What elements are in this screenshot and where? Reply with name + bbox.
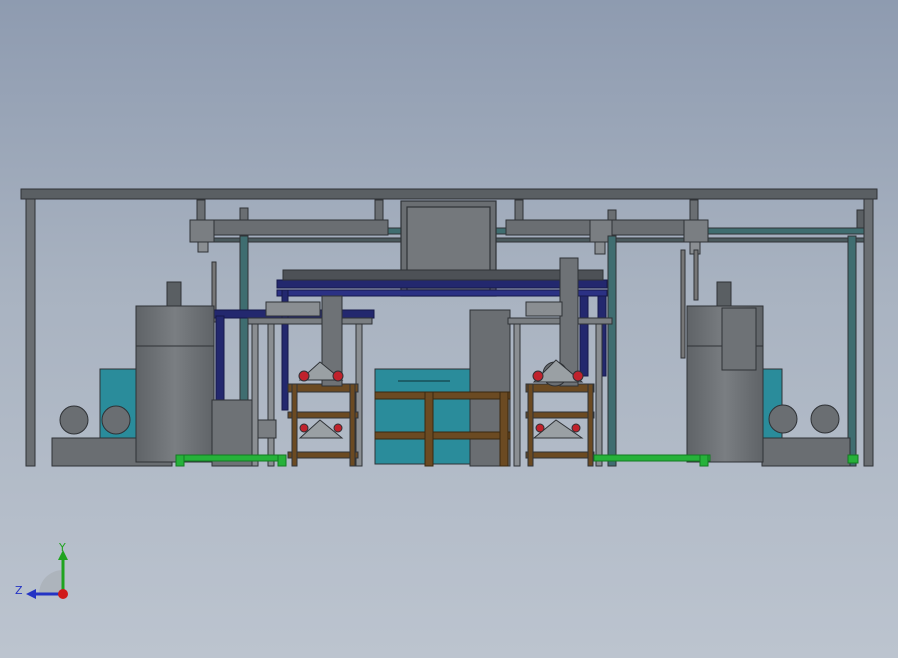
right-unit: [686, 281, 851, 467]
axis-triad: Y Z: [15, 541, 68, 599]
right-machine: [507, 257, 613, 467]
x-axis-dot-icon: [58, 589, 68, 599]
z-axis-label: Z: [15, 584, 23, 597]
assembly-drawing: Y Z: [15, 188, 878, 599]
y-axis-label: Y: [58, 541, 66, 554]
left-machine: [247, 295, 373, 467]
triad-arc-icon: [39, 570, 63, 594]
center-tank: [374, 309, 511, 467]
cad-viewport[interactable]: Y Z: [0, 0, 898, 658]
